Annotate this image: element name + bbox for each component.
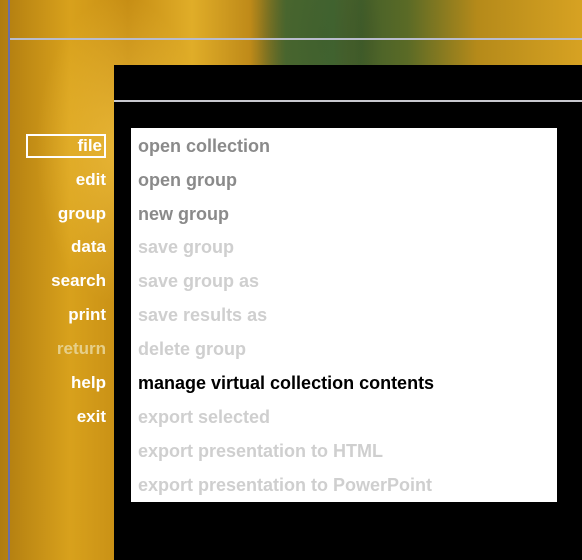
menu-item-save-group: save group (138, 237, 235, 257)
menu-item-export-selected: export selected (138, 407, 271, 427)
nav-search[interactable]: search (26, 269, 106, 293)
background-image-accent (250, 0, 370, 70)
nav-group[interactable]: group (26, 202, 106, 226)
nav-data[interactable]: data (26, 235, 106, 259)
menu-item-export-powerpoint: export presentation to PowerPoint (138, 475, 433, 495)
file-dropdown-menu: open collection open group new group sav… (131, 128, 557, 502)
menu-item-new-group[interactable]: new group (138, 199, 229, 229)
menu-item-open-collection[interactable]: open collection (138, 131, 270, 161)
panel-divider (114, 100, 582, 102)
nav-edit[interactable]: edit (26, 168, 106, 192)
menu-item-save-group-as: save group as (138, 271, 260, 291)
menu-item-manage-virtual-collection[interactable]: manage virtual collection contents (138, 368, 434, 398)
menu-item-delete-group: delete group (138, 339, 247, 359)
nav-print[interactable]: print (26, 303, 106, 327)
nav-help[interactable]: help (26, 371, 106, 395)
menu-item-save-results-as: save results as (138, 305, 268, 325)
left-divider (8, 0, 10, 560)
menu-item-open-group[interactable]: open group (138, 165, 237, 195)
nav-exit[interactable]: exit (26, 405, 106, 429)
nav-return: return (56, 339, 106, 358)
nav-file[interactable]: file (26, 134, 106, 158)
top-divider (10, 38, 582, 40)
menu-item-export-html: export presentation to HTML (138, 441, 384, 461)
